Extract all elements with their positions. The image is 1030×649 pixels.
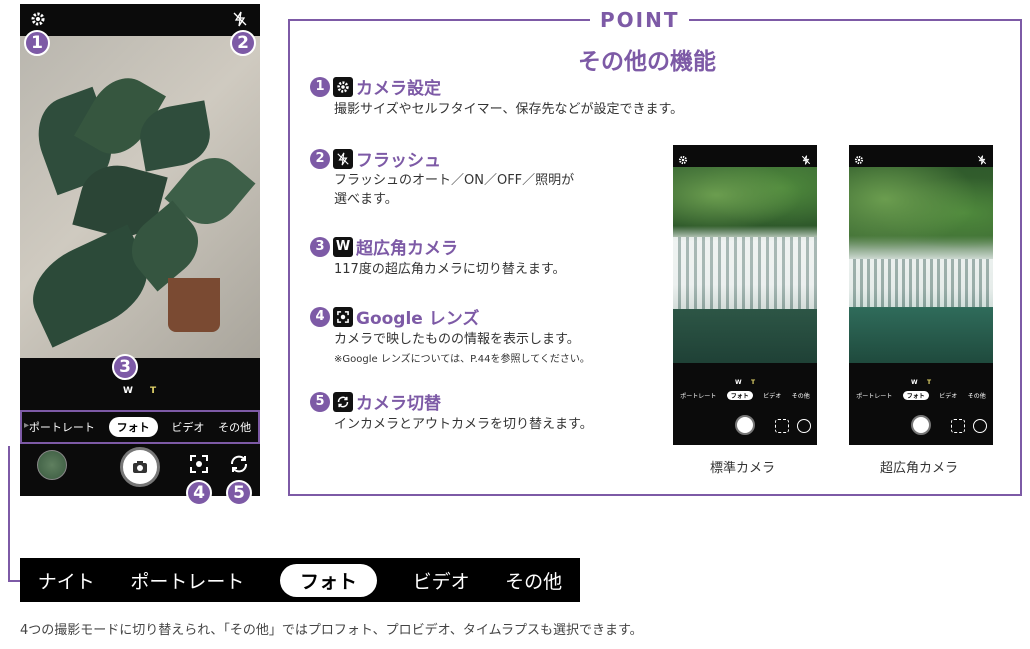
mode-caption: 4つの撮影モードに切り替えられ、「その他」ではプロフォト、プロビデオ、タイムラプ… xyxy=(20,623,643,638)
example-standard-camera: W T ポートレート フォト ビデオ その他 xyxy=(673,145,817,445)
mode-video[interactable]: ビデオ xyxy=(171,419,204,435)
mode-portrait[interactable]: ポートレート xyxy=(29,419,95,435)
feature-item-4: 4 Google レンズ xyxy=(310,304,479,329)
callout-badge-3: 3 xyxy=(112,354,138,380)
mode-other[interactable]: その他 xyxy=(505,567,562,594)
shutter-button xyxy=(735,415,755,435)
mode-strip-enlarged: ナイト ポートレート フォト ビデオ その他 xyxy=(20,558,580,602)
mode-video[interactable]: ビデオ xyxy=(413,567,470,594)
shutter-button xyxy=(911,415,931,435)
flash-off-icon xyxy=(977,150,987,165)
camera-switch-icon[interactable] xyxy=(228,453,250,475)
feature-item-3: 3 W 超広角カメラ xyxy=(310,234,458,259)
flash-off-icon[interactable] xyxy=(232,11,248,27)
google-lens-icon xyxy=(951,419,965,433)
viewfinder-preview xyxy=(20,36,260,358)
mode-selector: ポートレート フォト ビデオ その他 xyxy=(680,391,810,400)
waterfall-preview xyxy=(849,167,993,363)
point-subtitle: その他の機能 xyxy=(578,49,716,75)
example-ultrawide-camera: W T ポートレート フォト ビデオ その他 xyxy=(849,145,993,445)
wide-angle-icon: W xyxy=(333,236,353,257)
gear-icon xyxy=(333,76,353,97)
example-label-standard: 標準カメラ xyxy=(710,461,776,476)
callout-badge-2: 2 xyxy=(230,30,256,56)
flash-off-icon xyxy=(333,148,353,169)
camera-switch-icon xyxy=(797,419,811,433)
mode-photo[interactable]: フォト xyxy=(108,417,158,437)
mode-night[interactable]: ナイト xyxy=(38,567,95,594)
feature-item-5: 5 カメラ切替 xyxy=(310,389,441,414)
google-lens-icon xyxy=(333,306,353,327)
example-label-ultrawide: 超広角カメラ xyxy=(880,461,959,476)
mode-portrait[interactable]: ポートレート xyxy=(130,567,244,594)
settings-gear-icon xyxy=(854,150,864,165)
feature-item-2: 2 フラッシュ xyxy=(310,146,441,171)
camera-switch-icon xyxy=(333,391,353,412)
callout-badge-1: 1 xyxy=(24,30,50,56)
mode-selector: ポートレート フォト ビデオ その他 xyxy=(856,391,986,400)
settings-gear-icon xyxy=(678,150,688,165)
gallery-thumbnail[interactable] xyxy=(37,450,67,480)
feature-item-1: 1 カメラ設定 xyxy=(310,74,441,99)
google-lens-icon xyxy=(775,419,789,433)
point-title: POINT xyxy=(590,8,690,32)
zoom-tele-button[interactable]: T xyxy=(150,386,156,396)
camera-phone-screen: W T ▸ ポートレート フォト ビデオ その他 1 2 3 4 5 xyxy=(20,4,260,506)
shutter-button[interactable] xyxy=(120,447,160,487)
callout-badge-4: 4 xyxy=(186,480,212,506)
mode-other[interactable]: その他 xyxy=(218,419,251,435)
waterfall-preview xyxy=(673,167,817,363)
flash-off-icon xyxy=(801,150,811,165)
mode-photo[interactable]: フォト xyxy=(279,563,377,597)
google-lens-icon[interactable] xyxy=(188,453,210,475)
zoom-wide-button[interactable]: W xyxy=(123,386,133,396)
callout-badge-5: 5 xyxy=(226,480,252,506)
camera-icon xyxy=(133,461,147,473)
settings-gear-icon[interactable] xyxy=(30,11,46,27)
mode-selector: ポートレート フォト ビデオ その他 xyxy=(20,410,260,444)
camera-switch-icon xyxy=(973,419,987,433)
